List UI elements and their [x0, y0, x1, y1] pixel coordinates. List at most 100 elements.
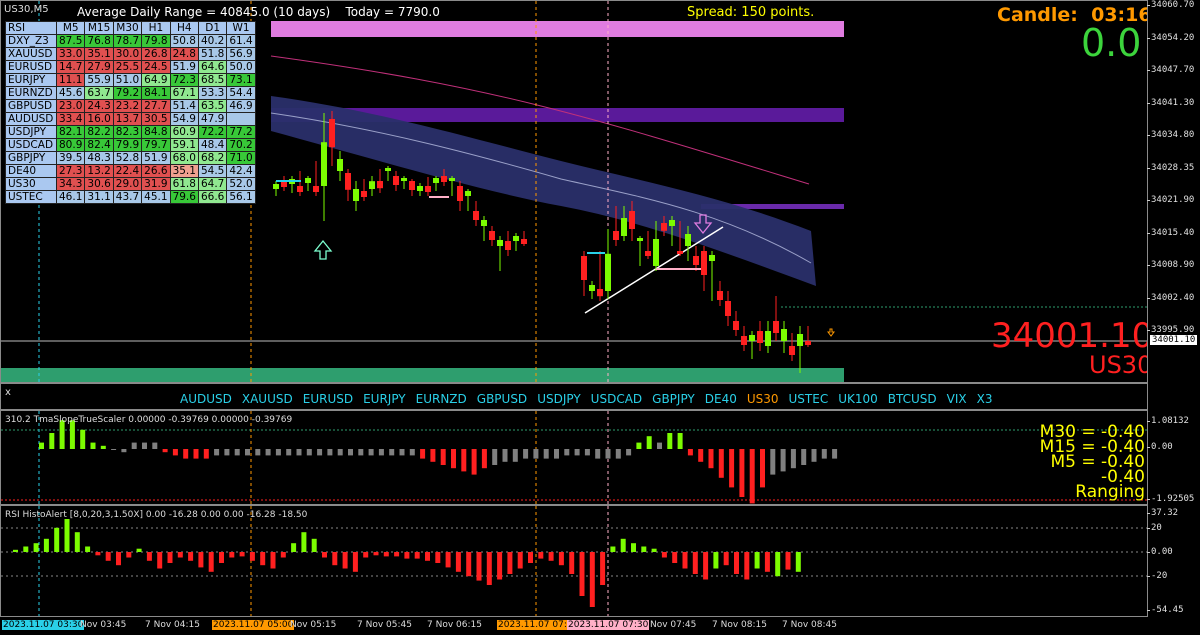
rsi-symbol[interactable]: GBPUSD: [5, 99, 57, 113]
symbol-link-x3[interactable]: X3: [977, 392, 993, 406]
histogram-bar: [342, 552, 348, 569]
rsi-cell: 33.0: [55, 47, 86, 61]
histogram-bar: [579, 552, 585, 596]
rsi-row: AUDUSD 33.4 16.0 13.7 30.5 54.9 47.9: [5, 112, 256, 126]
histogram-bar: [497, 552, 503, 580]
price-tick: 34054.20: [1146, 32, 1195, 43]
symbol-link-audusd[interactable]: AUDUSD: [180, 392, 232, 406]
histogram-bar: [569, 552, 575, 574]
rsi-cell: 79.9: [112, 138, 143, 152]
histogram-bar: [286, 449, 292, 456]
rsi-cell: 54.5: [197, 164, 228, 178]
symbol-link-xauusd[interactable]: XAUUSD: [242, 392, 293, 406]
rsi-symbol[interactable]: USTEC: [5, 190, 57, 204]
candle-body: [621, 218, 627, 236]
rsi-cell: 43.7: [112, 190, 143, 204]
rsi-cell: 16.0: [84, 112, 114, 126]
symbol-link-vix[interactable]: VIX: [947, 392, 967, 406]
candle-body: [717, 291, 723, 300]
symbol-link-eurusd[interactable]: EURUSD: [303, 392, 353, 406]
rsi-symbol[interactable]: AUDUSD: [5, 112, 57, 126]
histogram-bar: [744, 552, 750, 580]
histogram-bar: [121, 449, 127, 453]
rsi-cell: 46.1: [55, 190, 86, 204]
rsi-cell: 51.4: [169, 99, 199, 113]
rsi-cell: 33.4: [55, 112, 86, 126]
histogram-bar: [821, 449, 827, 459]
symbol-link-uk100[interactable]: UK100: [838, 392, 878, 406]
histogram-bar: [780, 449, 786, 472]
rsi-row: DE40 27.3 13.2 22.4 26.6 35.1 54.5 42.4: [5, 164, 256, 178]
rsi-cell: 72.2: [197, 125, 228, 139]
symbol-link-btcusd[interactable]: BTCUSD: [888, 392, 937, 406]
candle-body: [513, 236, 519, 241]
candle-body: [605, 253, 611, 291]
rsi-tf-header: M15: [84, 21, 114, 35]
histogram-bar: [641, 546, 647, 552]
rsi-cell: 68.0: [169, 151, 199, 165]
symbol-link-usdjpy[interactable]: USDJPY: [537, 392, 580, 406]
spread-text: Spread: 150 points.: [687, 5, 815, 20]
candle-body: [589, 285, 595, 291]
candle-body: [393, 176, 399, 185]
symbol-link-eurnzd[interactable]: EURNZD: [416, 392, 467, 406]
symbol-link-usdcad[interactable]: USDCAD: [591, 392, 642, 406]
symbol-link-us30[interactable]: US30: [747, 392, 779, 406]
candle-body: [353, 189, 359, 201]
histogram-bar: [760, 449, 765, 488]
rsi-cell: 82.3: [112, 125, 143, 139]
symbol-link-ustec[interactable]: USTEC: [789, 392, 829, 406]
rsi-symbol[interactable]: EURNZD: [5, 86, 57, 100]
histogram-bar: [100, 445, 106, 449]
time-label: 7 Nov 08:15: [712, 620, 767, 630]
histogram-bar: [687, 449, 693, 456]
rsi-cell: 54.4: [226, 86, 256, 100]
histogram-bar: [718, 449, 724, 478]
tma-slope-pane[interactable]: 310.2 TmaSlopeTrueScaler 0.00000 -0.3976…: [0, 410, 1148, 505]
histogram-bar: [492, 449, 498, 465]
rsi-cell: 14.7: [55, 60, 86, 74]
histogram-bar: [74, 532, 80, 552]
rsi-cell: 59.1: [169, 138, 199, 152]
histogram-bar: [208, 552, 214, 572]
rsi-symbol[interactable]: US30: [5, 177, 57, 191]
rsi-symbol[interactable]: DE40: [5, 164, 57, 178]
rsi-cell: 50.0: [226, 60, 256, 74]
small-down-arrow-icon: [827, 328, 835, 337]
rsi-cell: 31.1: [84, 190, 114, 204]
histogram-bar: [306, 449, 312, 456]
rsi-symbol[interactable]: GBPJPY: [5, 151, 57, 165]
rsi-histo-pane[interactable]: RSI HistoAlert [8,0,20,3,1.50X] 0.00 -16…: [0, 505, 1148, 617]
histogram-bar: [337, 449, 343, 456]
histogram-bar: [131, 442, 137, 449]
symbol-link-gbpjpy[interactable]: GBPJPY: [652, 392, 695, 406]
histogram-bar: [54, 527, 60, 552]
rsi-cell: 48.3: [84, 151, 114, 165]
rsi-symbol[interactable]: USDJPY: [5, 125, 57, 139]
close-subwindow-button[interactable]: x: [5, 387, 11, 398]
rsi-symbol[interactable]: EURUSD: [5, 60, 57, 74]
rsi-symbol[interactable]: EURJPY: [5, 73, 57, 87]
histogram-bar: [111, 449, 117, 450]
histogram-bar: [280, 552, 286, 558]
rsi-cell: 56.9: [226, 47, 256, 61]
rsi-tf-header: H4: [169, 21, 199, 35]
histogram-bar: [425, 552, 430, 561]
rsi-symbol[interactable]: XAUUSD: [5, 47, 57, 61]
rsi-symbol[interactable]: DXY_Z3: [5, 34, 57, 48]
histogram-bar: [595, 449, 601, 459]
histogram-bar: [172, 449, 178, 456]
histogram-bar: [589, 552, 595, 607]
symbol-link-gbpusd[interactable]: GBPUSD: [477, 392, 527, 406]
histogram-bar: [116, 552, 121, 566]
histogram-bar: [332, 552, 338, 566]
symbol-link-eurjpy[interactable]: EURJPY: [363, 392, 406, 406]
main-chart-pane[interactable]: US30,M5 Average Daily Range = 40845.0 (1…: [0, 0, 1148, 383]
indicator-tick: 20: [1147, 523, 1162, 533]
rsi-cell: 45.1: [141, 190, 171, 204]
histogram-bar: [790, 449, 796, 469]
rsi-symbol[interactable]: USDCAD: [5, 138, 57, 152]
symbol-link-de40[interactable]: DE40: [705, 392, 737, 406]
histogram-bar: [620, 538, 626, 552]
rsi-cell: 25.5: [112, 60, 143, 74]
